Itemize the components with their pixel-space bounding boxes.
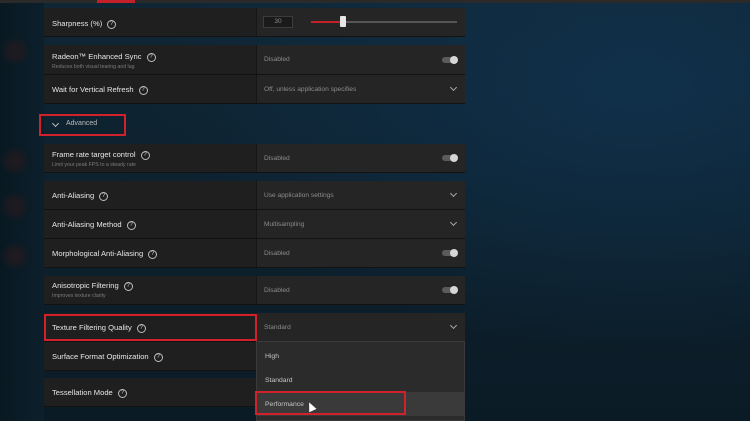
setting-label: Sharpness (%) [52,19,103,28]
blurred-icon [4,245,26,267]
enhanced-sync-toggle[interactable] [442,56,458,64]
setting-row-enhanced-sync: Radeon™ Enhanced Sync? Reduces both visu… [44,45,465,75]
help-icon[interactable]: ? [153,352,163,362]
setting-description: Improves texture clarity [52,293,106,299]
setting-label: Anti-Aliasing [52,191,95,200]
setting-value: Use application settings [264,192,334,199]
sharpness-slider[interactable] [311,16,457,27]
blurred-icon [4,150,26,172]
chevron-down-icon [449,321,458,330]
highlight-advanced [39,114,126,136]
highlight-performance [255,391,406,415]
option-high[interactable]: High [257,344,464,368]
highlight-texture-quality [44,314,257,341]
slider-fill [311,21,343,23]
help-icon[interactable]: ? [146,52,156,62]
anisotropic-control: Disabled [256,276,465,304]
setting-label: Radeon™ Enhanced Sync [52,52,142,61]
help-icon[interactable]: ? [117,388,127,398]
setting-label: Tessellation Mode [52,388,113,397]
setting-row-sharpness: Sharpness (%)? 30 [44,8,465,37]
help-icon[interactable]: ? [138,85,148,95]
setting-row-vertical-refresh: Wait for Vertical Refresh? Off, unless a… [44,75,465,104]
enhanced-sync-control: Disabled [256,45,465,74]
help-icon[interactable]: ? [140,150,150,160]
setting-row-aa-method: Anti-Aliasing Method? Multisampling [44,210,465,239]
left-panel-edge [0,0,44,421]
setting-label: Wait for Vertical Refresh [52,85,134,94]
chevron-down-icon [449,189,458,198]
setting-description: Limit your peak FPS to a steady rate [52,162,136,168]
help-icon[interactable]: ? [123,281,133,291]
setting-row-anisotropic: Anisotropic Filtering? Improves texture … [44,276,465,305]
blurred-icon [4,40,26,62]
setting-description: Reduces both visual tearing and lag [52,64,135,70]
setting-label: Morphological Anti-Aliasing [52,249,144,258]
blurred-icon [4,195,26,217]
frame-rate-toggle[interactable] [442,154,458,162]
help-icon[interactable]: ? [126,220,136,230]
setting-value: Disabled [264,287,290,294]
vertical-refresh-dropdown[interactable]: Off, unless application specifies [256,75,465,103]
setting-value: Disabled [264,155,290,162]
option-standard[interactable]: Standard [257,368,464,392]
morphological-aa-toggle[interactable] [442,249,458,257]
setting-label: Anisotropic Filtering [52,281,119,290]
top-tab-bar [0,0,750,3]
setting-value: Standard [264,324,291,331]
anisotropic-toggle[interactable] [442,286,458,294]
help-icon[interactable]: ? [107,19,117,29]
setting-label: Frame rate target control [52,150,136,159]
frame-rate-control: Disabled [256,144,465,172]
setting-row-frame-rate: Frame rate target control? Limit your pe… [44,144,465,173]
help-icon[interactable]: ? [148,249,158,259]
morphological-aa-control: Disabled [256,239,465,267]
setting-label: Anti-Aliasing Method [52,220,122,229]
setting-value: Disabled [264,250,290,257]
chevron-down-icon [449,218,458,227]
setting-value: Multisampling [264,221,305,228]
setting-label: Surface Format Optimization [52,352,149,361]
sharpness-input[interactable]: 30 [263,16,293,28]
setting-row-anti-aliasing: Anti-Aliasing? Use application settings [44,181,465,210]
setting-value: Disabled [264,56,290,63]
slider-thumb[interactable] [340,16,346,27]
sharpness-control: 30 [256,8,465,36]
aa-method-dropdown[interactable]: Multisampling [256,210,465,238]
texture-quality-dropdown[interactable]: Standard [256,313,465,341]
active-tab-indicator [97,0,135,3]
anti-aliasing-dropdown[interactable]: Use application settings [256,181,465,209]
setting-row-morphological-aa: Morphological Anti-Aliasing? Disabled [44,239,465,268]
help-icon[interactable]: ? [99,191,109,201]
chevron-down-icon [449,83,458,92]
setting-value: Off, unless application specifies [264,86,357,93]
